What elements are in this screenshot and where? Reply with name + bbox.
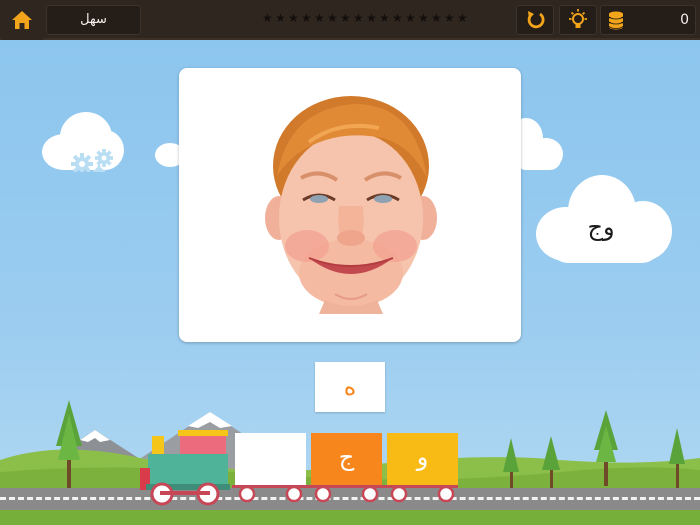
star-icon: ★: [431, 11, 442, 25]
difficulty-label[interactable]: سهل: [46, 5, 141, 35]
gears-icon: [71, 149, 113, 172]
star-icon: ★: [457, 11, 468, 25]
top-bar: سهل ★ ★ ★ ★ ★ ★ ★ ★ ★ ★ ★ ★ ★ ★ ★ ★ 0: [0, 0, 700, 40]
star-icon: ★: [262, 11, 273, 25]
word-text: وج: [587, 213, 615, 241]
star-icon: ★: [275, 11, 286, 25]
star-icon: ★: [327, 11, 338, 25]
wagon-letter: و: [416, 443, 429, 471]
answer-letter: ه: [343, 373, 357, 401]
word-cloud[interactable]: وج: [536, 175, 672, 263]
star-icon: ★: [353, 11, 364, 25]
star-icon: ★: [340, 11, 351, 25]
difficulty-text: سهل: [80, 12, 107, 27]
lightbulb-icon: [569, 9, 587, 28]
home-icon: [12, 11, 32, 29]
reset-button[interactable]: [516, 5, 554, 35]
settings-cloud[interactable]: [42, 112, 124, 172]
coin-stack-icon: [608, 11, 624, 30]
smiling-boy-face-image: [265, 96, 437, 314]
train-wagon-3[interactable]: و: [387, 433, 458, 488]
grass-strip: [0, 510, 700, 525]
star-icon: ★: [288, 11, 299, 25]
reset-icon: [527, 11, 545, 29]
star-icon: ★: [392, 11, 403, 25]
train-engine: [140, 430, 230, 506]
progress-stars: ★ ★ ★ ★ ★ ★ ★ ★ ★ ★ ★ ★ ★ ★ ★ ★: [262, 11, 468, 27]
star-icon: ★: [314, 11, 325, 25]
train-wagon-2[interactable]: ج: [311, 433, 382, 488]
cloud-right-partial: [509, 118, 565, 170]
home-button[interactable]: [0, 0, 44, 40]
picture-card: [179, 68, 521, 342]
star-icon: ★: [405, 11, 416, 25]
star-icon: ★: [444, 11, 455, 25]
coins-count: 0: [680, 12, 689, 28]
wagon-wheels: [232, 485, 458, 503]
star-icon: ★: [301, 11, 312, 25]
star-icon: ★: [379, 11, 390, 25]
wagon-letter: ج: [338, 443, 355, 471]
star-icon: ★: [418, 11, 429, 25]
coins-counter: 0: [600, 5, 696, 35]
train-wagon-1[interactable]: [235, 433, 306, 488]
star-icon: ★: [366, 11, 377, 25]
hint-button[interactable]: [559, 5, 597, 35]
